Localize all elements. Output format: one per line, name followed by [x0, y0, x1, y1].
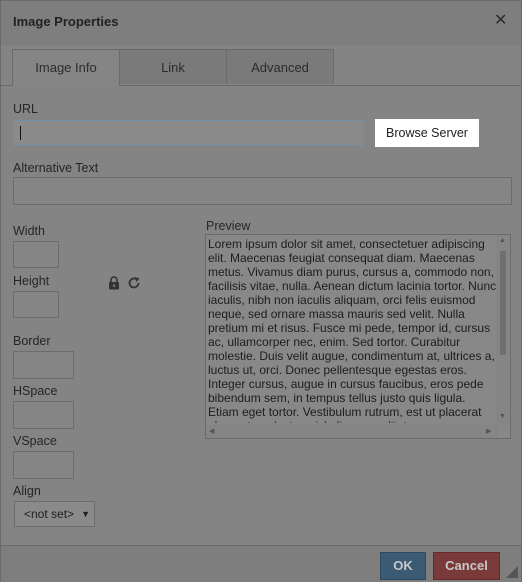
- tab-bar: Image Info Link Advanced: [1, 49, 521, 86]
- resize-grip-icon[interactable]: [506, 566, 518, 578]
- dialog-footer: OK Cancel: [1, 545, 521, 582]
- preview-label: Preview: [206, 219, 251, 233]
- browse-server-button[interactable]: Browse Server: [375, 119, 479, 147]
- tab-advanced[interactable]: Advanced: [226, 49, 334, 84]
- vspace-input[interactable]: [13, 451, 74, 479]
- alt-text-input[interactable]: [13, 177, 512, 205]
- hspace-label: HSpace: [13, 384, 58, 398]
- tab-link[interactable]: Link: [119, 49, 227, 84]
- border-input[interactable]: [13, 351, 74, 379]
- scroll-up-icon[interactable]: ▲: [499, 237, 506, 244]
- vspace-label: VSpace: [13, 434, 57, 448]
- width-input[interactable]: [13, 241, 59, 268]
- align-label: Align: [13, 484, 41, 498]
- scroll-right-icon[interactable]: ▶: [486, 427, 491, 435]
- height-label: Height: [13, 274, 50, 288]
- preview-horizontal-scrollbar[interactable]: ◀ ▶: [206, 425, 498, 438]
- cancel-button[interactable]: Cancel: [433, 552, 500, 580]
- width-label: Width: [13, 224, 45, 238]
- align-selected-value: <not set>: [24, 507, 75, 521]
- lock-icon[interactable]: [108, 276, 120, 290]
- height-input[interactable]: [13, 291, 59, 318]
- reset-size-icon[interactable]: [127, 276, 141, 290]
- url-label: URL: [13, 102, 39, 116]
- vertical-scroll-thumb[interactable]: [500, 251, 506, 355]
- align-select[interactable]: <not set> ▼: [14, 501, 95, 527]
- ok-button[interactable]: OK: [380, 552, 426, 580]
- border-label: Border: [13, 334, 51, 348]
- hspace-input[interactable]: [13, 401, 74, 429]
- preview-box: Lorem ipsum dolor sit amet, consectetuer…: [205, 234, 511, 439]
- image-properties-dialog: Image Properties ✕ Image Info Link Advan…: [0, 0, 522, 582]
- text-caret: [20, 126, 21, 140]
- alt-text-label: Alternative Text: [13, 161, 99, 175]
- preview-vertical-scrollbar[interactable]: ▲ ▼: [496, 235, 510, 425]
- dialog-titlebar[interactable]: Image Properties ✕: [1, 1, 521, 45]
- chevron-down-icon: ▼: [81, 509, 90, 519]
- scroll-left-icon[interactable]: ◀: [209, 427, 214, 435]
- scroll-down-icon[interactable]: ▼: [499, 413, 506, 420]
- dialog-title: Image Properties: [13, 14, 119, 29]
- preview-text: Lorem ipsum dolor sit amet, consectetuer…: [208, 237, 497, 423]
- close-icon[interactable]: ✕: [494, 13, 507, 29]
- url-input[interactable]: [13, 120, 364, 146]
- tab-image-info[interactable]: Image Info: [12, 49, 120, 86]
